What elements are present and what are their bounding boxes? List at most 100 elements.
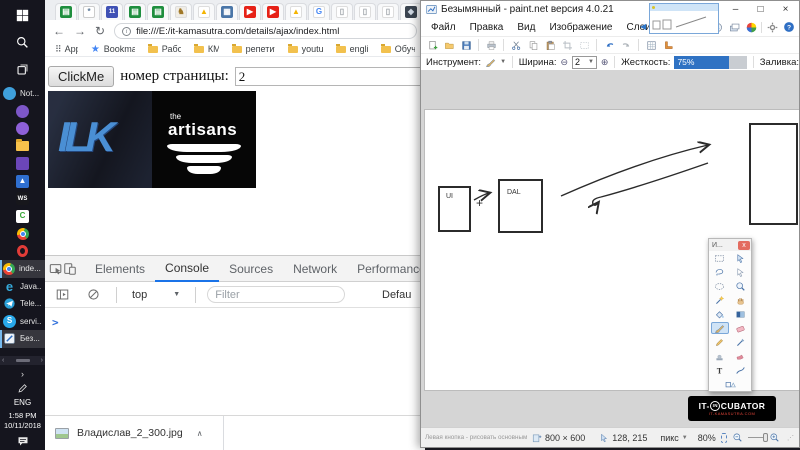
gradient-tool[interactable] xyxy=(732,308,750,321)
address-bar[interactable]: i file:///E:/it-kamasutra.com/details/aj… xyxy=(114,23,417,39)
paintbrush-tool[interactable] xyxy=(710,321,729,335)
bookmark-bookmarks[interactable]: ★Bookmarks xyxy=(91,44,135,55)
rectangle-select-tool[interactable] xyxy=(711,252,729,265)
resize-grip[interactable]: ⋰ xyxy=(787,434,795,442)
width-increase-button[interactable]: ⊕ xyxy=(601,57,609,68)
browser-tab-doc[interactable]: ▯ xyxy=(331,3,353,20)
browser-tab-blue-app[interactable]: ▦ xyxy=(216,3,238,20)
zoom-out-icon[interactable] xyxy=(732,432,743,443)
action-center-icon[interactable] xyxy=(17,435,29,447)
console-filter-input[interactable] xyxy=(207,286,346,303)
back-button[interactable]: ← xyxy=(53,24,65,38)
shapes-tool[interactable] xyxy=(717,378,743,391)
bookmark-youtube[interactable]: youtube xyxy=(287,44,323,54)
download-menu-caret[interactable]: ∧ xyxy=(197,429,203,438)
bookmark-apps[interactable]: ⠿Apps xyxy=(55,44,78,55)
clear-console-icon[interactable] xyxy=(81,283,105,307)
taskbar-item-viber[interactable] xyxy=(0,120,45,138)
taskbar-item-paintnet[interactable]: Без... xyxy=(0,330,45,348)
clone-stamp-tool[interactable] xyxy=(711,350,729,363)
move-selection-tool[interactable] xyxy=(732,266,750,279)
browser-tab-youtube[interactable]: ▶ xyxy=(239,3,261,20)
lasso-select-tool[interactable] xyxy=(711,266,729,279)
ruler-button[interactable] xyxy=(661,38,675,52)
maximize-button[interactable]: □ xyxy=(748,1,773,17)
close-button[interactable]: × xyxy=(773,1,798,17)
browser-tab-doc[interactable]: ▯ xyxy=(377,3,399,20)
console-context-selector[interactable]: top ▼ xyxy=(128,289,184,301)
page-number-input[interactable] xyxy=(234,67,421,86)
bookmark-kmb[interactable]: КМБ xyxy=(193,44,219,54)
zoom-slider[interactable] xyxy=(747,433,768,442)
image-thumbnail-panel[interactable] xyxy=(649,3,719,34)
reload-button[interactable]: ↻ xyxy=(95,24,105,38)
line-curve-tool[interactable] xyxy=(732,364,750,377)
crop-button[interactable] xyxy=(560,38,574,52)
browser-tab-drive[interactable]: ▲ xyxy=(285,3,307,20)
minimize-button[interactable]: – xyxy=(723,1,748,17)
taskbar-item-chrome[interactable]: inde... xyxy=(0,260,45,278)
menu-файл[interactable]: Файл xyxy=(424,22,463,33)
taskbar-item-telegram[interactable]: Tele... xyxy=(0,295,45,313)
browser-tab-drive[interactable]: ▲ xyxy=(193,3,215,20)
deselect-button[interactable] xyxy=(577,38,591,52)
grid-button[interactable] xyxy=(644,38,658,52)
taskbar-item-chrome-colorful[interactable] xyxy=(0,225,45,243)
bookmark-obuchen[interactable]: Обучен xyxy=(380,44,415,54)
console-output[interactable]: > xyxy=(45,308,425,331)
scroll-right-icon[interactable]: › xyxy=(41,357,43,364)
undo-button[interactable] xyxy=(602,38,616,52)
menu-изображение[interactable]: Изображение xyxy=(542,22,619,33)
fit-window-icon[interactable] xyxy=(720,432,727,443)
layers-window-toggle[interactable] xyxy=(727,20,741,34)
forward-button[interactable]: → xyxy=(74,24,86,38)
devtools-tab-console[interactable]: Console xyxy=(155,256,220,282)
download-filename[interactable]: Владислав_2_300.jpg xyxy=(77,427,183,439)
new-button[interactable] xyxy=(425,38,439,52)
devtools-tab-elements[interactable]: Elements xyxy=(85,256,155,282)
taskbar-item-green-app[interactable]: C xyxy=(0,208,45,226)
console-sidebar-icon[interactable] xyxy=(50,283,74,307)
taskbar-item-movie-app[interactable] xyxy=(0,155,45,173)
language-indicator[interactable]: ENG xyxy=(14,398,31,407)
hidden-icons-chevron[interactable]: › xyxy=(21,369,24,379)
clock[interactable]: 1:58 PM 10/11/2018 xyxy=(4,411,41,431)
width-input[interactable]: 2 ▼ xyxy=(572,55,597,69)
color-picker-tool[interactable] xyxy=(732,336,750,349)
menu-правка[interactable]: Правка xyxy=(463,22,511,33)
text-tool[interactable]: T xyxy=(711,364,729,377)
settings-button[interactable] xyxy=(765,20,779,34)
pan-tool[interactable] xyxy=(732,294,750,307)
tool-dropdown-caret[interactable]: ▼ xyxy=(500,59,506,65)
browser-tab-sheets[interactable]: ▤ xyxy=(55,3,77,20)
taskbar-scrollbar[interactable]: ‹ › xyxy=(0,355,45,365)
browser-tab-google[interactable]: G xyxy=(308,3,330,20)
taskbar-item-webstorm[interactable]: WS xyxy=(0,190,45,208)
redo-button[interactable] xyxy=(619,38,633,52)
hardness-slider[interactable]: 75% xyxy=(674,55,748,69)
taskbar-item-globe-app[interactable]: Not... xyxy=(0,85,45,103)
copy-button[interactable] xyxy=(526,38,540,52)
paint-bucket-tool[interactable] xyxy=(711,308,729,321)
device-toolbar-icon[interactable] xyxy=(63,257,77,281)
inspect-element-icon[interactable] xyxy=(49,257,63,281)
width-decrease-button[interactable]: ⊖ xyxy=(561,57,569,68)
zoom-slider-thumb[interactable] xyxy=(762,433,768,442)
taskbar-item-skype[interactable]: Sservi... xyxy=(0,313,45,331)
ellipse-select-tool[interactable] xyxy=(711,280,729,293)
browser-tab-calendar[interactable]: 11 xyxy=(101,3,123,20)
start-button[interactable] xyxy=(0,6,45,24)
magic-wand-tool[interactable] xyxy=(711,294,729,307)
save-button[interactable] xyxy=(459,38,473,52)
taskbar-item-camtasia[interactable] xyxy=(0,103,45,121)
search-icon[interactable] xyxy=(0,33,45,51)
devtools-tab-sources[interactable]: Sources xyxy=(219,256,283,282)
menu-вид[interactable]: Вид xyxy=(510,22,542,33)
recolor-tool[interactable] xyxy=(732,350,750,363)
active-tool-icon[interactable] xyxy=(485,57,496,68)
windows-ink-icon[interactable] xyxy=(17,383,28,394)
zoom-in-icon[interactable] xyxy=(769,432,780,443)
taskbar-item-file-explorer[interactable] xyxy=(0,138,45,156)
collapse-left-icon[interactable]: ◀ xyxy=(640,22,646,31)
bookmark-repetitor[interactable]: репетитор xyxy=(231,44,275,54)
